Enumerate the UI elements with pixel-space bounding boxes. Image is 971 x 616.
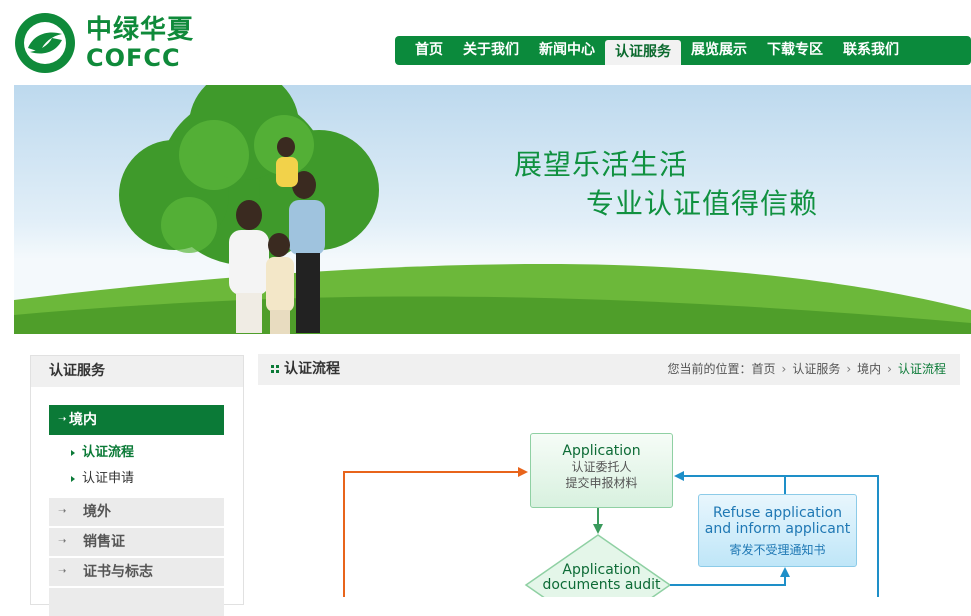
chevron-right-icon: › (887, 362, 892, 376)
node-desc: 寄发不受理通知书 (729, 543, 826, 557)
triangle-bullet-icon (71, 449, 75, 456)
blue-refuse-connector (670, 573, 786, 586)
hero-banner: 展望乐活生活 专业认证值得信赖 (14, 85, 971, 334)
flow-node-refuse: Refuse application and inform applicant … (698, 494, 857, 567)
sidebar-item-partial[interactable] (49, 588, 224, 616)
arrow-right-icon: ➝ (58, 414, 67, 425)
breadcrumb-home[interactable]: 首页 (752, 362, 776, 376)
chevron-right-icon: › (781, 362, 787, 376)
main-navigation: 首页 关于我们 新闻中心 认证服务 展览展示 下载专区 联系我们 (395, 36, 971, 65)
nav-contact[interactable]: 联系我们 (833, 36, 909, 65)
content-header: 认证流程 您当前的位置：首页 › 认证服务 › 境内 › 认证流程 (258, 354, 960, 385)
banner-illustration (14, 85, 971, 334)
breadcrumb-current: 认证流程 (897, 362, 946, 376)
orange-connector (343, 471, 526, 597)
site-header: 中绿华夏 COFCC 首页 关于我们 新闻中心 认证服务 展览展示 下载专区 联… (0, 0, 971, 85)
sidebar-subitem-process[interactable]: 认证流程 (71, 444, 134, 462)
node-title-line2: and inform applicant (704, 521, 851, 537)
sidebar-item-overseas[interactable]: ➝ 境外 (49, 498, 224, 526)
nav-certification-service[interactable]: 认证服务 (605, 40, 681, 65)
sidebar-item-label: 证书与标志 (83, 564, 153, 580)
node-desc-line1: 认证委托人 (571, 460, 632, 474)
blue-arrowhead-icon (674, 471, 684, 481)
node-title-line1: Refuse application (712, 505, 843, 521)
banner-slogan-line1: 展望乐活生活 (514, 148, 689, 181)
node-title: Application (562, 443, 641, 459)
breadcrumb-certification-service[interactable]: 认证服务 (792, 362, 840, 376)
triangle-bullet-icon (71, 475, 75, 482)
nav-about[interactable]: 关于我们 (453, 36, 529, 65)
chevron-right-icon: › (846, 362, 852, 376)
flow-node-application: Application 认证委托人 提交申报材料 (530, 433, 673, 508)
blue-arrowhead-icon (780, 567, 790, 577)
nav-exhibition[interactable]: 展览展示 (681, 36, 757, 65)
arrow-right-icon: ➝ (58, 506, 67, 517)
arrow-right-icon: ➝ (58, 566, 67, 577)
sidebar: 认证服务 ➝ 境内 认证流程 认证申请 ➝ 境外 ➝ 销售证 ➝ 证书与标志 (30, 355, 244, 616)
logo-chinese-name: 中绿华夏 (86, 15, 195, 45)
sidebar-item-label: 销售证 (83, 534, 125, 550)
node-title-line1: Application (562, 562, 641, 578)
sidebar-item-certificate-and-logo[interactable]: ➝ 证书与标志 (49, 558, 224, 586)
sidebar-subitem-label: 认证申请 (82, 471, 135, 486)
logo-emblem-icon (15, 13, 75, 73)
arrow-right-icon: ➝ (58, 536, 67, 547)
nav-news[interactable]: 新闻中心 (529, 36, 605, 65)
sidebar-subitem-application[interactable]: 认证申请 (71, 470, 134, 488)
sidebar-title: 认证服务 (31, 356, 243, 387)
sidebar-item-sales-certificate[interactable]: ➝ 销售证 (49, 528, 224, 556)
breadcrumb-domestic[interactable]: 境内 (857, 362, 881, 376)
grid-bullet-icon (271, 365, 279, 373)
site-logo[interactable]: 中绿华夏 COFCC (14, 12, 194, 74)
page-title: 认证流程 (284, 361, 340, 377)
green-arrowhead-icon (593, 524, 603, 534)
breadcrumb-prefix: 您当前的位置： (667, 362, 752, 376)
nav-downloads[interactable]: 下载专区 (757, 36, 833, 65)
sidebar-item-label: 境外 (83, 504, 111, 520)
node-desc-line2: 提交申报材料 (565, 476, 638, 490)
sidebar-item-domestic[interactable]: ➝ 境内 (49, 405, 224, 435)
banner-slogan-line2: 专业认证值得信赖 (586, 187, 819, 220)
certification-flowchart: Application 认证委托人 提交申报材料 Refuse applicat… (258, 395, 971, 597)
sidebar-subitem-label: 认证流程 (82, 445, 135, 460)
flow-node-audit: Application documents audit (530, 563, 673, 593)
sidebar-item-label: 境内 (69, 412, 97, 428)
node-title-line2: documents audit (542, 577, 661, 593)
nav-home[interactable]: 首页 (405, 36, 453, 65)
breadcrumb: 您当前的位置：首页 › 认证服务 › 境内 › 认证流程 (667, 354, 946, 385)
logo-english-name: COFCC (86, 44, 181, 72)
orange-arrowhead-icon (518, 467, 528, 477)
